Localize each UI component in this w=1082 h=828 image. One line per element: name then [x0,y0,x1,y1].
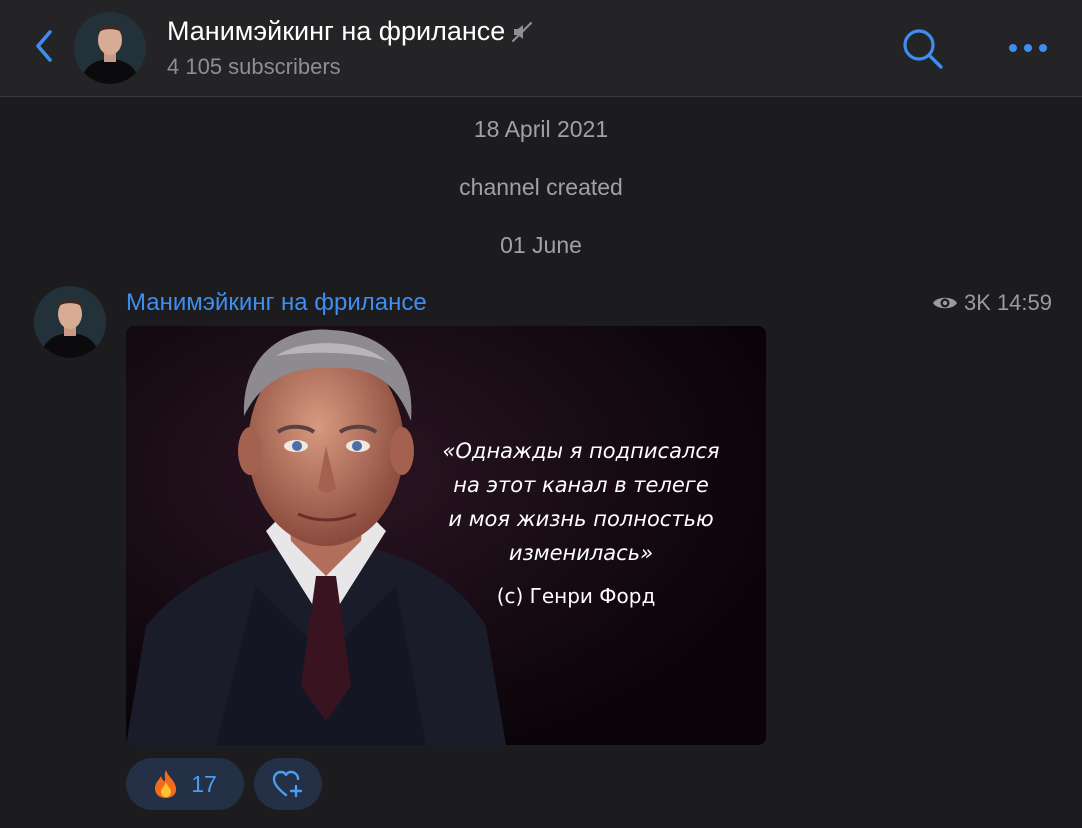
quote-text: «Однажды я подписался на этот канал в те… [416,434,746,570]
more-dots-icon [1009,44,1047,52]
quote-line: «Однажды я подписался [442,439,720,463]
date-separator: 18 April 2021 [473,116,609,142]
message-meta: 3K 14:59 [932,290,1052,316]
message-avatar[interactable] [34,286,106,358]
message-time: 14:59 [996,290,1052,315]
quote-author: (с) Генри Форд [496,584,656,608]
views-count: 3K [964,290,991,315]
views-eye-icon [932,294,958,312]
date-separator: 01 June [500,232,582,258]
add-reaction-button[interactable] [254,758,322,810]
fire-emoji-icon [153,769,179,799]
search-button[interactable] [900,26,946,72]
reaction-count: 17 [191,770,217,797]
subscriber-count: 4 105 subscribers [167,54,341,79]
back-button[interactable] [26,28,62,64]
quote-line: на этот канал в телеге [453,473,709,497]
reaction-fire-button[interactable]: 17 [126,758,244,810]
message-sender-name[interactable]: Манимэйкинг на фрилансе [126,289,427,317]
search-icon [903,29,943,69]
channel-screen: Манимэйкинг на фрилансе 4 105 subscriber… [0,0,1082,828]
channel-created-notice: channel created [459,174,623,200]
more-button[interactable] [1004,30,1052,66]
channel-title-text: Манимэйкинг на фрилансе [167,16,506,46]
muted-speaker-icon [511,21,533,43]
message-photo[interactable]: «Однажды я подписался на этот канал в те… [126,326,766,745]
channel-title: Манимэйкинг на фрилансе [167,16,533,47]
channel-avatar[interactable] [74,12,146,84]
add-reaction-heart-icon [272,770,303,798]
chevron-left-icon [36,30,52,62]
channel-header: Манимэйкинг на фрилансе 4 105 subscriber… [0,0,1082,97]
quote-line: и моя жизнь полностью [448,507,714,531]
quote-line: изменилась» [508,541,654,565]
